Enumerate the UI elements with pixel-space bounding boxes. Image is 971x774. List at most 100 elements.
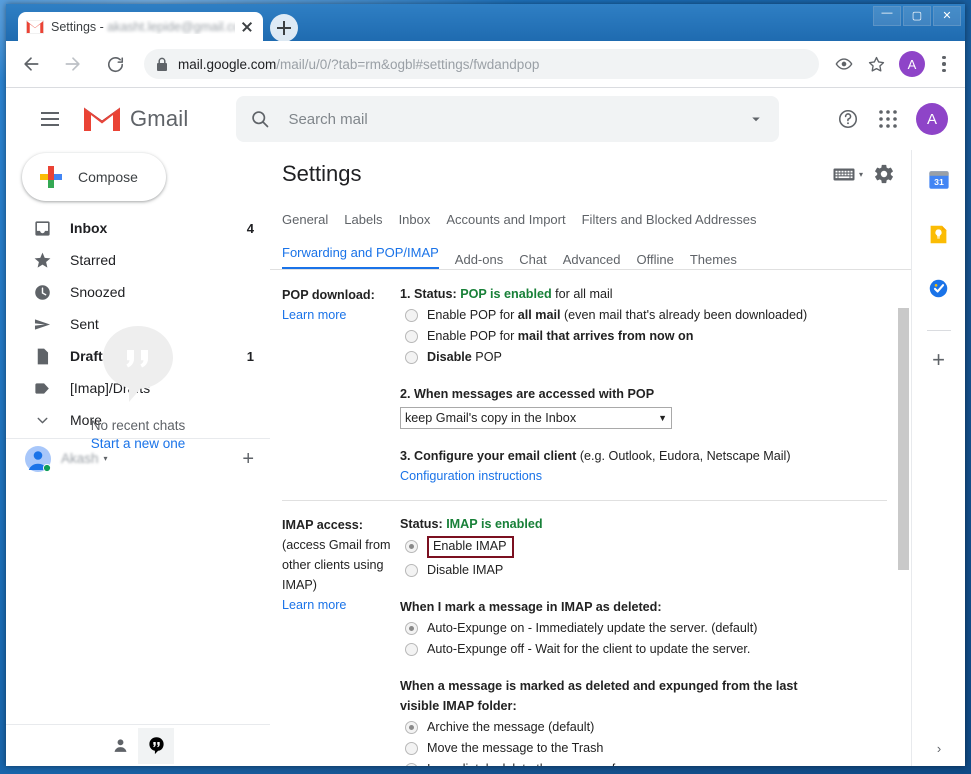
radio-auto-expunge-on[interactable] xyxy=(405,622,418,635)
close-tab-button[interactable] xyxy=(239,19,255,35)
gmail-icon xyxy=(26,20,44,34)
pop-access-select-value: keep Gmail's copy in the Inbox xyxy=(405,411,577,425)
search-input[interactable]: Search mail xyxy=(288,111,747,128)
sidebar-item-inbox[interactable]: Inbox 4 xyxy=(6,212,270,244)
radio-auto-expunge-off[interactable] xyxy=(405,643,418,656)
address-bar[interactable]: mail.google.com/mail/u/0/?tab=rm&ogbl#se… xyxy=(144,49,819,79)
configuration-instructions-link[interactable]: Configuration instructions xyxy=(400,469,542,483)
imap-folder-option-trash[interactable]: Move the message to the Trash xyxy=(400,739,887,758)
sidebar-item-starred[interactable]: Starred xyxy=(6,244,270,276)
keyboard-shortcuts-button[interactable]: ▾ xyxy=(833,167,863,182)
tab-labels[interactable]: Labels xyxy=(344,212,382,229)
expand-side-panel-button[interactable]: › xyxy=(912,741,965,756)
radio-pop-from-now-on[interactable] xyxy=(405,330,418,343)
tab-accounts-and-import[interactable]: Accounts and Import xyxy=(446,212,565,229)
imap-learn-more-link[interactable]: Learn more xyxy=(282,598,346,612)
radio-pop-disable[interactable] xyxy=(405,351,418,364)
search-bar[interactable]: Search mail xyxy=(236,96,780,142)
compose-button[interactable]: Compose xyxy=(22,153,166,201)
new-tab-button[interactable] xyxy=(270,14,298,42)
forward-button[interactable] xyxy=(56,47,90,81)
tab-forwarding-and-pop-imap[interactable]: Forwarding and POP/IMAP xyxy=(282,245,439,269)
google-keep-icon[interactable] xyxy=(921,216,957,252)
settings-scrollbar[interactable] xyxy=(896,270,911,766)
tab-themes[interactable]: Themes xyxy=(690,252,737,269)
pop-learn-more-link[interactable]: Learn more xyxy=(282,308,346,322)
google-calendar-icon[interactable]: 31 xyxy=(921,162,957,198)
back-button[interactable] xyxy=(14,47,48,81)
enable-imap-label: Enable IMAP xyxy=(427,536,514,558)
sidebar-item-count: 4 xyxy=(246,220,254,236)
pop-option-disable-label: Disable POP xyxy=(427,350,502,364)
radio-pop-all-mail[interactable] xyxy=(405,309,418,322)
tab-filters-and-blocked-addresses[interactable]: Filters and Blocked Addresses xyxy=(582,212,757,229)
radio-archive-message[interactable] xyxy=(405,721,418,734)
maximize-button[interactable]: ▢ xyxy=(903,6,931,26)
sidebar-item-label: Starred xyxy=(70,252,116,268)
tab-chat[interactable]: Chat xyxy=(519,252,546,269)
start-new-chat-link[interactable]: Start a new one xyxy=(91,436,186,451)
radio-delete-forever[interactable] xyxy=(405,763,418,766)
scrollbar-thumb[interactable] xyxy=(898,308,909,570)
chevron-down-icon: ▼ xyxy=(658,413,667,423)
help-icon[interactable] xyxy=(828,99,868,139)
browser-tab[interactable]: Settings - akasht.lepide@gmail.co xyxy=(18,12,263,42)
sidebar-item-snoozed[interactable]: Snoozed xyxy=(6,276,270,308)
settings-tabs-row-2: Forwarding and POP/IMAP Add-ons Chat Adv… xyxy=(282,229,899,269)
settings-title-actions: ▾ xyxy=(833,163,895,185)
close-window-button[interactable]: ✕ xyxy=(933,6,961,26)
pop-option-disable[interactable]: Disable POP xyxy=(400,348,887,367)
window-controls: — ▢ ✕ xyxy=(873,6,961,26)
add-side-app-button[interactable]: + xyxy=(932,349,945,371)
pop-access-select[interactable]: keep Gmail's copy in the Inbox ▼ xyxy=(400,407,672,429)
apps-grid-icon[interactable] xyxy=(868,99,908,139)
add-contact-button[interactable]: + xyxy=(242,449,254,469)
google-tasks-icon[interactable] xyxy=(921,270,957,306)
chevron-down-icon: ▾ xyxy=(858,169,863,179)
gear-icon[interactable] xyxy=(873,163,895,185)
imap-expunge-option-off[interactable]: Auto-Expunge off - Wait for the client t… xyxy=(400,640,887,659)
tab-advanced[interactable]: Advanced xyxy=(563,252,621,269)
imap-option-disable[interactable]: Disable IMAP xyxy=(400,561,887,580)
pop-option-all-mail[interactable]: Enable POP for all mail (even mail that'… xyxy=(400,306,887,325)
compose-label: Compose xyxy=(78,169,138,185)
gmail-logo[interactable]: Gmail xyxy=(82,104,188,134)
tab-inbox[interactable]: Inbox xyxy=(399,212,431,229)
left-sidebar: Compose Inbox 4 Starred Snoozed Sent Dra… xyxy=(6,150,270,766)
star-icon[interactable] xyxy=(861,49,891,79)
sidebar-item-label: Snoozed xyxy=(70,284,126,300)
imap-expunge-option-on[interactable]: Auto-Expunge on - Immediately update the… xyxy=(400,619,887,638)
search-icon xyxy=(252,111,269,128)
browser-menu-button[interactable] xyxy=(931,49,957,79)
pop-download-label-col: POP download: Learn more xyxy=(282,284,400,486)
tab-general[interactable]: General xyxy=(282,212,328,229)
radio-disable-imap[interactable] xyxy=(405,564,418,577)
pop-download-content: 1. Status: POP is enabled for all mail E… xyxy=(400,284,887,486)
radio-move-to-trash[interactable] xyxy=(405,742,418,755)
hangouts-icon[interactable] xyxy=(138,727,174,764)
imap-folder-option-delete[interactable]: Immediately delete the message forever xyxy=(400,760,887,766)
imap-status-value: IMAP is enabled xyxy=(446,517,543,531)
right-side-panel: 31 + › xyxy=(911,150,965,766)
browser-profile-avatar[interactable]: A xyxy=(899,51,925,77)
url-text: mail.google.com/mail/u/0/?tab=rm&ogbl#se… xyxy=(178,56,540,72)
tab-add-ons[interactable]: Add-ons xyxy=(455,252,503,269)
eye-icon[interactable] xyxy=(829,49,859,79)
gmail-wordmark: Gmail xyxy=(130,106,189,131)
imap-access-label: IMAP access: xyxy=(282,518,363,532)
radio-enable-imap[interactable] xyxy=(405,540,418,553)
imap-option-enable[interactable]: Enable IMAP xyxy=(400,536,887,558)
reload-button[interactable] xyxy=(98,47,132,81)
imap-access-label-col: IMAP access: (access Gmail from other cl… xyxy=(282,514,400,766)
minimize-button[interactable]: — xyxy=(873,6,901,26)
tab-offline[interactable]: Offline xyxy=(637,252,674,269)
pop-option-from-now-on[interactable]: Enable POP for mail that arrives from no… xyxy=(400,327,887,346)
settings-body: POP download: Learn more 1. Status: POP … xyxy=(270,270,911,766)
chevron-down-icon[interactable]: ▾ xyxy=(104,454,108,463)
imap-folder-option-archive[interactable]: Archive the message (default) xyxy=(400,718,887,737)
person-icon[interactable] xyxy=(102,728,138,764)
gmail-header: Gmail Search mail A xyxy=(6,88,965,150)
chevron-down-icon[interactable] xyxy=(747,110,765,128)
account-avatar[interactable]: A xyxy=(916,103,948,135)
hamburger-menu-icon[interactable] xyxy=(26,95,74,143)
